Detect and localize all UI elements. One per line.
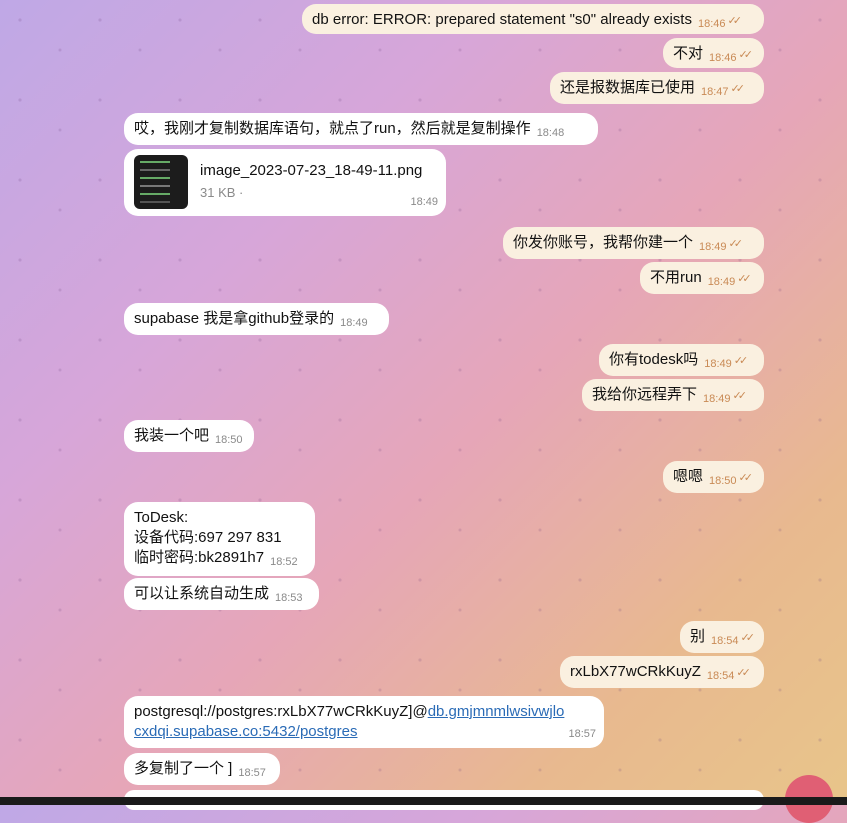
message-time: 18:46 <box>709 52 737 64</box>
message-text: supabase 我是拿github登录的 <box>134 310 335 327</box>
message-time: 18:57 <box>238 767 266 779</box>
message-outgoing[interactable]: 我给你远程弄下 18:49 ✓✓ <box>582 379 764 411</box>
message-outgoing[interactable]: 别 18:54 ✓✓ <box>680 621 764 653</box>
message-text: 可以让系统自动生成 <box>134 585 270 602</box>
message-text: postgresql://postgres:rxLbX77wCRkKuyZ]@ <box>134 703 428 720</box>
message-text: 不用run <box>650 269 702 286</box>
message-text: 我给你远程弄下 <box>592 386 698 403</box>
file-message[interactable]: image_2023-07-23_18-49-11.png 31 KB · 18… <box>124 149 446 216</box>
message-time: 18:49 <box>704 358 732 370</box>
message-time: 18:49 <box>703 393 731 405</box>
message-time: 18:47 <box>701 86 729 98</box>
message-incoming[interactable]: 哎，我刚才复制数据库语句，就点了run，然后就是复制操作 18:48 <box>124 113 598 145</box>
message-outgoing[interactable]: 不对 18:46 ✓✓ <box>663 38 764 68</box>
message-time: 18:57 <box>568 728 596 740</box>
message-time: 18:49 <box>699 241 727 253</box>
db-link[interactable]: db.gmjmnmlwsivwjlo <box>428 703 565 720</box>
read-check-icon: ✓✓ <box>740 632 756 644</box>
message-text: 嗯嗯 <box>673 468 704 485</box>
message-time: 18:53 <box>275 592 303 604</box>
message-time: 18:50 <box>215 434 243 446</box>
message-text: rxLbX77wCRkKuyZ <box>570 663 701 680</box>
message-outgoing[interactable]: 还是报数据库已使用 18:47 ✓✓ <box>550 72 764 104</box>
message-incoming[interactable]: 多复制了一个 ] 18:57 <box>124 753 280 785</box>
message-text: db error: ERROR: prepared statement "s0"… <box>312 11 692 28</box>
message-text-line: ToDesk: <box>134 509 189 526</box>
message-outgoing[interactable]: rxLbX77wCRkKuyZ 18:54 ✓✓ <box>560 656 764 688</box>
message-text: 不对 <box>673 45 704 62</box>
message-text: 我装一个吧 <box>134 427 210 444</box>
message-time: 18:46 <box>697 18 726 30</box>
message-time: 18:52 <box>270 556 298 568</box>
message-time: 18:50 <box>709 475 737 487</box>
message-time: 18:54 <box>706 670 735 682</box>
message-time: 18:49 <box>340 317 368 329</box>
read-check-icon: ✓✓ <box>738 472 754 484</box>
read-check-icon: ✓✓ <box>730 83 746 95</box>
message-outgoing[interactable]: 你发你账号，我帮你建一个 18:49 ✓✓ <box>503 227 764 259</box>
message-time: 18:48 <box>536 127 565 139</box>
message-text: 别 <box>690 628 706 645</box>
file-thumbnail[interactable] <box>134 155 188 209</box>
message-text: 你有todesk吗 <box>609 351 699 368</box>
message-outgoing[interactable]: 你有todesk吗 18:49 ✓✓ <box>599 344 764 376</box>
file-name: image_2023-07-23_18-49-11.png <box>200 162 423 179</box>
file-size: 31 KB · <box>200 185 244 200</box>
bottom-bar <box>0 797 847 805</box>
message-incoming[interactable]: ToDesk: 设备代码:697 297 831 临时密码:bk2891h7 18… <box>124 502 315 576</box>
read-check-icon: ✓✓ <box>728 238 744 250</box>
message-text: 哎，我刚才复制数据库语句，就点了run，然后就是复制操作 <box>134 120 531 137</box>
read-check-icon: ✓✓ <box>737 273 752 285</box>
message-time: 18:49 <box>707 276 736 288</box>
message-incoming[interactable]: 我装一个吧 18:50 <box>124 420 254 452</box>
message-time: 18:49 <box>410 196 438 208</box>
message-text: 你发你账号，我帮你建一个 <box>513 234 694 251</box>
message-outgoing[interactable]: 嗯嗯 18:50 ✓✓ <box>663 461 764 493</box>
message-text-line: 设备代码:697 297 831 <box>134 529 282 546</box>
message-time: 18:54 <box>711 635 739 647</box>
read-check-icon: ✓✓ <box>736 667 751 679</box>
db-link[interactable]: cxdqi.supabase.co:5432/postgres <box>134 723 357 740</box>
message-outgoing[interactable]: db error: ERROR: prepared statement "s0"… <box>302 4 764 34</box>
message-text: 还是报数据库已使用 <box>560 79 696 96</box>
read-check-icon: ✓✓ <box>738 49 754 61</box>
message-text: 多复制了一个 ] <box>134 760 233 777</box>
message-incoming[interactable]: postgresql://postgres:rxLbX77wCRkKuyZ]@d… <box>124 696 604 748</box>
read-check-icon: ✓✓ <box>727 15 743 27</box>
message-text-line: 临时密码:bk2891h7 <box>134 549 265 566</box>
read-check-icon: ✓✓ <box>732 390 748 402</box>
message-outgoing[interactable]: 不用run 18:49 ✓✓ <box>640 262 764 294</box>
message-incoming[interactable]: supabase 我是拿github登录的 18:49 <box>124 303 389 335</box>
message-incoming[interactable]: 可以让系统自动生成 18:53 <box>124 578 319 610</box>
read-check-icon: ✓✓ <box>733 355 749 367</box>
